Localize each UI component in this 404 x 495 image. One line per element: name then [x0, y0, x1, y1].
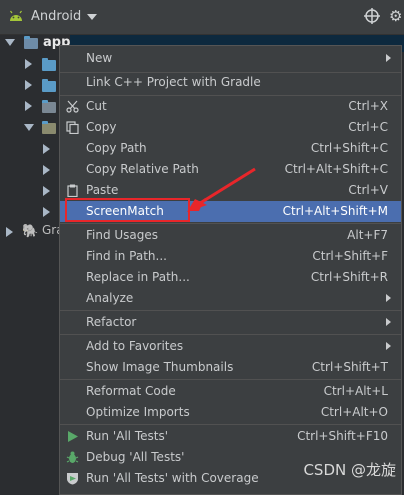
menu-item-label: Copy Path [86, 141, 147, 155]
expand-arrow-icon[interactable] [24, 124, 34, 131]
menu-separator [60, 424, 401, 425]
annotation-arrow-icon [187, 167, 256, 212]
menu-item-label: Reformat Code [86, 384, 176, 398]
folder-icon [42, 79, 56, 92]
menu-item-label: Add to Favorites [86, 339, 184, 353]
menu-item-show-image-thumbnails[interactable]: Show Image Thumbnails Ctrl+Shift+T [60, 357, 401, 378]
menu-item-new[interactable]: New [60, 48, 401, 69]
menu-item-label: Link C++ Project with Gradle [86, 75, 261, 89]
run-icon [68, 431, 78, 442]
menu-item-label: Run 'All Tests' [86, 429, 168, 443]
collapse-arrow-icon[interactable] [25, 101, 32, 111]
menu-separator [60, 379, 401, 380]
collapse-arrow-icon[interactable] [43, 144, 50, 154]
menu-item-shortcut: Ctrl+V [348, 183, 388, 197]
menu-item-find-in-path[interactable]: Find in Path... Ctrl+Shift+F [60, 246, 401, 267]
gear-icon[interactable]: ⚙ [389, 7, 402, 25]
menu-separator [60, 334, 401, 335]
menu-item-shortcut: Ctrl+Shift+R [310, 270, 388, 284]
menu-item-shortcut: Alt+F7 [347, 228, 388, 242]
menu-item-shortcut: Ctrl+Alt+O [320, 405, 388, 419]
expand-arrow-icon[interactable] [5, 39, 15, 46]
project-view-selector[interactable]: Android [31, 9, 81, 24]
menu-separator [60, 223, 401, 224]
menu-item-analyze[interactable]: Analyze [60, 288, 401, 309]
menu-item-shortcut: Ctrl+X [348, 99, 388, 113]
menu-item-cut[interactable]: Cut Ctrl+X [60, 96, 401, 117]
annotation-highlight-box [65, 198, 190, 222]
menu-separator [60, 310, 401, 311]
menu-item-find-usages[interactable]: Find Usages Alt+F7 [60, 225, 401, 246]
submenu-arrow-icon [386, 54, 391, 62]
menu-item-optimize-imports[interactable]: Optimize Imports Ctrl+Alt+O [60, 402, 401, 423]
watermark: CSDN @龙旋 [303, 461, 396, 479]
menu-item-label: Copy Relative Path [86, 162, 199, 176]
menu-item-shortcut: Ctrl+Shift+F10 [297, 429, 388, 443]
collapse-arrow-icon[interactable] [43, 165, 50, 175]
menu-item-label: Paste [86, 183, 119, 197]
collapse-arrow-icon[interactable] [43, 207, 50, 217]
menu-item-shortcut: Ctrl+C [348, 120, 388, 134]
folder-icon [42, 58, 56, 71]
android-icon [10, 10, 22, 21]
debug-bug-icon [66, 451, 79, 463]
submenu-arrow-icon [386, 318, 391, 326]
menu-item-label: Show Image Thumbnails [86, 360, 234, 374]
menu-item-refactor[interactable]: Refactor [60, 312, 401, 333]
menu-item-label: Find Usages [86, 228, 159, 242]
chevron-down-icon[interactable] [87, 14, 97, 20]
menu-item-shortcut: Ctrl+Shift+F [312, 249, 388, 263]
resource-folder-icon [42, 121, 56, 134]
collapse-arrow-icon[interactable] [43, 186, 50, 196]
menu-item-reformat-code[interactable]: Reformat Code Ctrl+Alt+L [60, 381, 401, 402]
menu-item-add-to-favorites[interactable]: Add to Favorites [60, 336, 401, 357]
menu-item-label: Cut [86, 99, 107, 113]
copy-icon [66, 121, 79, 134]
gradle-elephant-icon: 🐘 [22, 224, 39, 239]
menu-item-label: Run 'All Tests' with Coverage [86, 471, 259, 485]
submenu-arrow-icon [386, 294, 391, 302]
menu-item-shortcut: Ctrl+Alt+Shift+C [284, 162, 388, 176]
menu-item-label: Copy [86, 120, 117, 134]
coverage-shield-icon [67, 473, 78, 485]
menu-item-label: Debug 'All Tests' [86, 450, 185, 464]
collapse-arrow-icon[interactable] [25, 59, 32, 69]
menu-item-copy-path[interactable]: Copy Path Ctrl+Shift+C [60, 138, 401, 159]
paste-icon [67, 184, 78, 197]
menu-item-label: Optimize Imports [86, 405, 190, 419]
menu-item-label: New [86, 51, 113, 65]
submenu-arrow-icon [386, 342, 391, 350]
module-folder-icon [24, 36, 38, 49]
context-menu: New Link C++ Project with Gradle Cut Ctr… [59, 45, 402, 495]
menu-item-shortcut: Ctrl+Shift+T [311, 360, 388, 374]
menu-item-label: Analyze [86, 291, 134, 305]
menu-item-shortcut: Ctrl+Shift+C [310, 141, 388, 155]
menu-item-label: Find in Path... [86, 249, 167, 263]
menu-item-link-cpp-project[interactable]: Link C++ Project with Gradle [60, 72, 401, 93]
menu-item-run-all-tests[interactable]: Run 'All Tests' Ctrl+Shift+F10 [60, 426, 401, 447]
menu-item-label: Replace in Path... [86, 270, 190, 284]
project-toolbar: Android ⚙ [0, 0, 404, 35]
menu-item-shortcut: Ctrl+Alt+Shift+M [282, 204, 388, 218]
menu-item-shortcut: Ctrl+Alt+L [323, 384, 388, 398]
collapse-arrow-icon[interactable] [6, 227, 13, 237]
collapse-arrow-icon[interactable] [25, 80, 32, 90]
menu-item-copy[interactable]: Copy Ctrl+C [60, 117, 401, 138]
scissors-icon [66, 100, 79, 113]
locate-target-icon[interactable] [364, 8, 380, 24]
menu-item-replace-in-path[interactable]: Replace in Path... Ctrl+Shift+R [60, 267, 401, 288]
source-folder-icon [42, 100, 56, 113]
menu-item-label: Refactor [86, 315, 137, 329]
